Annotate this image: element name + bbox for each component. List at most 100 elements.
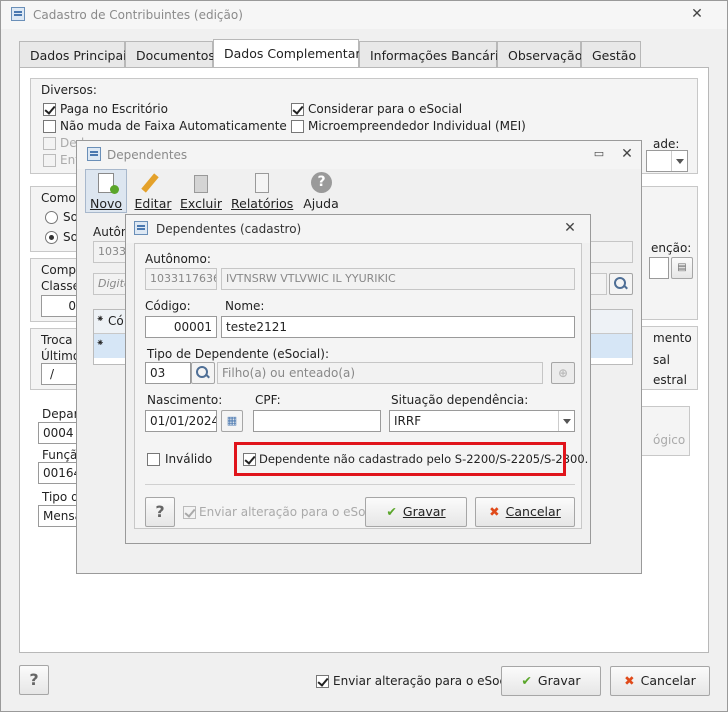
- toolbar-excluir-label: Excluir: [180, 196, 222, 211]
- nome-label: Nome:: [225, 299, 265, 313]
- app-icon: [11, 7, 25, 21]
- toolbar-novo[interactable]: Novo: [85, 169, 127, 213]
- highlight-box: [234, 442, 566, 476]
- nao-muda-faixa-checkbox[interactable]: [43, 120, 56, 133]
- main-save-label: Gravar: [537, 673, 581, 688]
- grid-row-marker-icon: ⁕: [96, 338, 105, 349]
- ultimo-label: Último: [41, 349, 81, 363]
- toolbar-excluir[interactable]: Excluir: [179, 169, 223, 213]
- tab-dados-principais[interactable]: Dados Principais: [19, 41, 133, 67]
- ade-dropdown[interactable]: [646, 150, 688, 172]
- grid-marker-icon: ⁕: [96, 314, 105, 325]
- main-titlebar[interactable]: Cadastro de Contribuintes (edição) ✕: [1, 1, 727, 29]
- calendar-icon[interactable]: ▤: [671, 257, 693, 279]
- autonomo-name-input: IVTNSRW VTLVWIC IL YYURIKIC: [221, 268, 575, 290]
- main-send-esocial-label: Enviar alteração para o eSocial: [333, 674, 521, 688]
- report-icon: [255, 173, 269, 193]
- mei-checkbox[interactable]: [291, 120, 304, 133]
- situacao-dropdown[interactable]: IRRF: [389, 410, 575, 432]
- nao-muda-faixa-label: Não muda de Faixa Automaticamente: [60, 119, 287, 133]
- situacao-label: Situação dependência:: [391, 393, 529, 407]
- search-icon: [193, 363, 213, 383]
- cadastro-save-label: Gravar: [402, 504, 446, 519]
- dependentes-close-icon[interactable]: ✕: [617, 145, 637, 163]
- dependentes-app-icon: [87, 147, 101, 161]
- tab-informacoes-bancarias[interactable]: Informações Bancárias: [359, 41, 513, 67]
- grid-col-header[interactable]: Có: [108, 314, 124, 328]
- tab-observacao[interactable]: Observação: [497, 41, 582, 67]
- divider: [145, 484, 575, 485]
- classe-input[interactable]: 0: [41, 295, 81, 317]
- tab-gestao[interactable]: Gestão: [581, 41, 641, 67]
- paga-escritorio-checkbox[interactable]: [43, 103, 56, 116]
- mento-label: mento: [653, 331, 692, 345]
- ogico-label: ógico: [653, 433, 686, 447]
- restore-icon[interactable]: ▭: [589, 145, 609, 163]
- check-icon: ✔: [521, 673, 532, 688]
- right-group-3: ógico: [640, 406, 690, 456]
- cadastro-close-icon[interactable]: ✕: [560, 219, 580, 237]
- tipo-code-input[interactable]: 03: [145, 362, 191, 384]
- cpf-input[interactable]: [253, 410, 381, 432]
- vencao-input[interactable]: [649, 257, 669, 279]
- toolbar-editar[interactable]: Editar: [131, 169, 175, 213]
- autonomo-label: Autônomo:: [145, 252, 211, 266]
- sal-label: sal: [653, 353, 670, 367]
- ded-checkbox: [43, 137, 56, 150]
- cadastro-send-esocial-checkbox: [183, 506, 196, 519]
- nascimento-input[interactable]: 01/01/2024: [145, 410, 217, 432]
- vencao-label: enção:: [651, 241, 692, 255]
- main-send-esocial-checkbox[interactable]: [316, 675, 329, 688]
- so-radio-1[interactable]: [45, 211, 58, 224]
- autonomo-code-input: 10331176367: [145, 268, 217, 290]
- cadastro-titlebar[interactable]: Dependentes (cadastro) ✕: [126, 215, 590, 243]
- ultimo-input[interactable]: /: [41, 363, 81, 385]
- nascimento-label: Nascimento:: [147, 393, 223, 407]
- toolbar-ajuda-label: Ajuda: [303, 196, 339, 211]
- depart-input[interactable]: 0004: [38, 422, 78, 444]
- so-radio-2[interactable]: [45, 231, 58, 244]
- tipo-input[interactable]: Mensa: [38, 505, 78, 527]
- considerar-esocial-label: Considerar para o eSocial: [308, 102, 463, 116]
- search-icon: [611, 274, 631, 294]
- tab-documentos[interactable]: Documentos: [125, 41, 215, 67]
- codigo-input[interactable]: 00001: [145, 316, 217, 338]
- dependentes-autonomo-label: Autôn: [93, 225, 129, 239]
- tipo-search-button[interactable]: [191, 362, 215, 384]
- main-title: Cadastro de Contribuintes (edição): [33, 8, 243, 22]
- main-cancel-button[interactable]: ✖ Cancelar: [610, 666, 710, 696]
- considerar-esocial-checkbox[interactable]: [291, 103, 304, 116]
- dependentes-titlebar[interactable]: Dependentes ▭ ✕: [77, 141, 641, 169]
- cadastro-help-button[interactable]: ?: [145, 497, 175, 527]
- mei-label: Microempreendedor Individual (MEI): [308, 119, 526, 133]
- toolbar-editar-label: Editar: [134, 196, 172, 211]
- cadastro-cancel-button[interactable]: ✖ Cancelar: [475, 497, 575, 527]
- tipo-desc-input: Filho(a) ou enteado(a): [217, 362, 543, 384]
- funcao-label: Funçã: [42, 448, 78, 462]
- nome-input[interactable]: teste2121: [221, 316, 575, 338]
- toolbar-ajuda[interactable]: ? Ajuda: [299, 169, 343, 213]
- right-group-1: enção: ▤: [640, 186, 698, 320]
- tab-dados-complementares[interactable]: Dados Complementares: [213, 39, 374, 67]
- main-save-button[interactable]: ✔ Gravar: [501, 666, 601, 696]
- cadastro-app-icon: [134, 221, 148, 235]
- invalido-checkbox[interactable]: [147, 453, 160, 466]
- cadastro-save-button[interactable]: ✔ Gravar: [365, 497, 467, 527]
- close-icon[interactable]: ✕: [687, 5, 707, 23]
- toolbar-relatorios[interactable]: Relatórios: [231, 169, 293, 213]
- cadastro-body: Autônomo: 10331176367 IVTNSRW VTLVWIC IL…: [134, 243, 588, 529]
- x-icon: ✖: [489, 504, 500, 519]
- dependentes-search-button[interactable]: [609, 273, 633, 295]
- cadastro-title: Dependentes (cadastro): [156, 222, 302, 236]
- compl-label: Compl: [41, 263, 80, 277]
- x-icon: ✖: [624, 673, 635, 688]
- situacao-value: IRRF: [394, 414, 422, 428]
- main-help-button[interactable]: ?: [19, 665, 49, 695]
- cadastro-send-esocial-label: Enviar alteração para o eSocial: [199, 505, 387, 519]
- nascimento-calendar-icon[interactable]: ▦: [221, 410, 243, 432]
- funcao-input[interactable]: 001647: [38, 462, 78, 484]
- cadastro-cancel-label: Cancelar: [505, 504, 561, 519]
- cadastro-window: Dependentes (cadastro) ✕ Autônomo: 10331…: [125, 214, 591, 544]
- troca-group: Troca d Último /: [30, 328, 84, 390]
- pencil-icon: [141, 173, 159, 193]
